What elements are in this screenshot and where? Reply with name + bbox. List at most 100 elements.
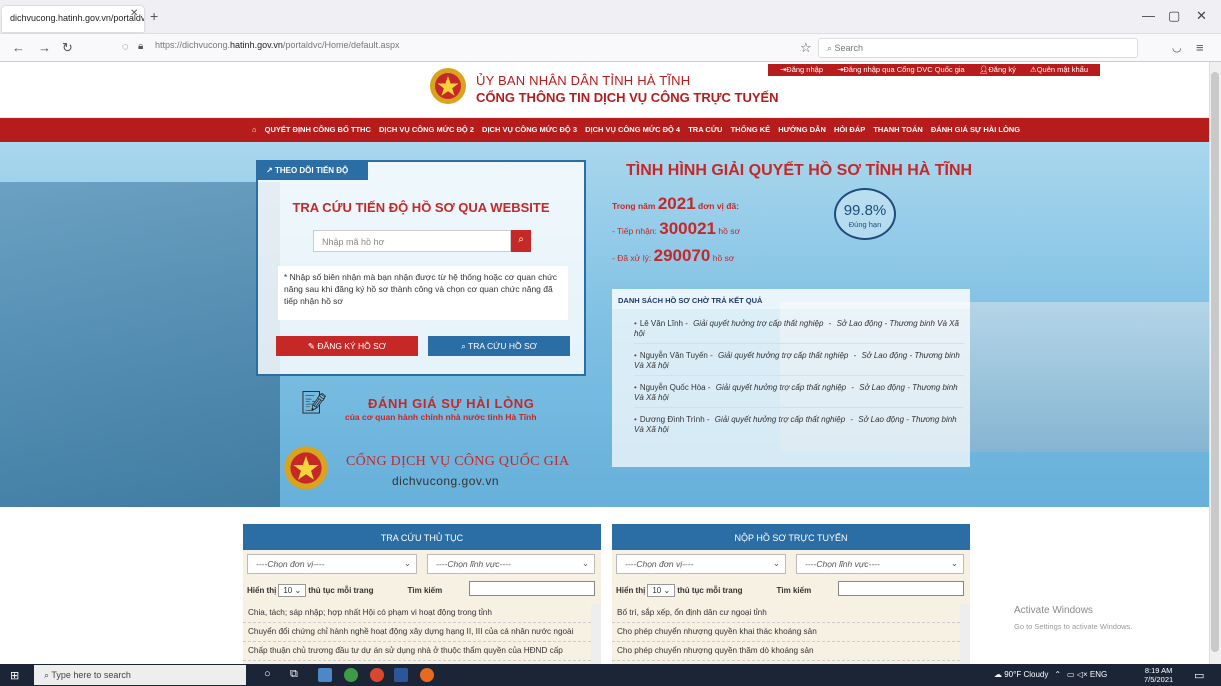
browser-tab[interactable]: dichvucong.hatinh.gov.vn/portaldvc	[2, 6, 144, 32]
menu-item-level3[interactable]: DỊCH VỤ CÔNG MỨC ĐỘ 3	[482, 125, 577, 134]
menu-item-statistics[interactable]: THỐNG KÊ	[731, 125, 771, 134]
national-portal-url[interactable]: dichvucong.gov.vn	[392, 474, 499, 488]
lookup-dossier-button[interactable]: ⌕ TRA CỨU HỒ SƠ	[428, 336, 570, 356]
taskbar-clock[interactable]: 8:19 AM 7/5/2021	[1144, 666, 1173, 684]
cloud-icon: ☁	[994, 670, 1005, 679]
address-bar[interactable]: https://dichvucong.hatinh.gov.vn/portald…	[155, 40, 399, 50]
url-prefix: https://dichvucong.	[155, 40, 231, 50]
tracking-tab[interactable]: ↗ THEO DÕI TIẾN ĐỘ	[258, 162, 368, 180]
page-size-control: Hiển thị 10 ⌄ thủ tục mỗi trang Tìm kiếm	[616, 584, 812, 597]
login-link[interactable]: ⇥Đăng nhập	[780, 65, 823, 74]
table-row[interactable]: Chia, tách; sáp nhập; hợp nhất Hội có ph…	[243, 604, 591, 623]
page-size-select[interactable]: 10 ⌄	[278, 584, 307, 597]
task-view-icon[interactable]: ⧉	[290, 668, 298, 681]
menu-item-lookup[interactable]: TRA CỨU	[688, 125, 722, 134]
status-title: TÌNH HÌNH GIẢI QUYẾT HỒ SƠ TỈNH HÀ TĨNH	[626, 162, 973, 179]
home-icon[interactable]: ⌂	[252, 125, 257, 134]
submission-search-input[interactable]	[838, 581, 964, 596]
national-portal-title[interactable]: CỔNG DỊCH VỤ CÔNG QUỐC GIA	[346, 454, 569, 470]
menu-item-level4[interactable]: DỊCH VỤ CÔNG MỨC ĐỘ 4	[585, 125, 680, 134]
close-window-icon[interactable]: ✕	[1196, 8, 1207, 24]
lock-icon[interactable]: 🔒︎	[138, 41, 143, 52]
national-login-link[interactable]: ⇥Đăng nhập qua Cổng DVC Quốc gia	[837, 65, 965, 74]
list-item[interactable]: • Lê Văn Lĩnh - Giải quyết hưởng trợ cấp …	[634, 319, 964, 344]
menu-item-guide[interactable]: HƯỚNG DẪN	[778, 125, 826, 134]
pending-list: DANH SÁCH HỒ SƠ CHỜ TRẢ KẾT QUẢ • Lê Văn …	[612, 289, 970, 467]
maximize-icon[interactable]: ▢	[1168, 8, 1180, 24]
weather-status[interactable]: 90°F Cloudy	[1004, 670, 1048, 679]
page-scroll-thumb[interactable]	[1211, 72, 1219, 652]
menu-icon[interactable]: ≡	[1196, 40, 1204, 55]
minimize-icon[interactable]: —	[1142, 8, 1155, 23]
search-icon: ⌕	[461, 341, 469, 351]
menu-item-faq[interactable]: HỎI ĐÁP	[834, 125, 865, 134]
windows-start-icon[interactable]: ⊞	[10, 669, 19, 682]
file-explorer-icon[interactable]	[318, 668, 332, 682]
list-scrollbar[interactable]	[591, 604, 601, 664]
document-icon[interactable]: 📝︎	[300, 390, 336, 426]
dossier-code-input[interactable]: Nhập mã hồ hơ	[313, 230, 511, 252]
field-select[interactable]: ----Chọn lĩnh vực---- ⌄	[427, 554, 595, 574]
list-item[interactable]: • Nguyễn Văn Tuyến - Giải quyết hưởng trợ…	[634, 351, 964, 376]
chrome-icon[interactable]	[344, 668, 358, 682]
tray-arrow-icon[interactable]: ⌃	[1054, 670, 1061, 679]
cortana-icon[interactable]: ○	[264, 668, 271, 680]
table-row[interactable]: Chuyển đổi chứng chỉ hành nghề hoạt động…	[243, 623, 591, 642]
edit-icon: ✎	[307, 341, 318, 351]
list-item[interactable]: • Dương Đình Trình - Giải quyết hưởng trợ…	[634, 415, 964, 439]
system-tray: ☁ 90°F Cloudy ⌃ ▭ ◁× ENG	[994, 670, 1107, 679]
menu-item-level2[interactable]: DỊCH VỤ CÔNG MỨC ĐỘ 2	[379, 125, 474, 134]
register-dossier-button[interactable]: ✎ ĐĂNG KÝ HỒ SƠ	[276, 336, 418, 356]
reload-icon[interactable]: ↻	[62, 40, 73, 56]
online-submission-title: NỘP HỒ SƠ TRỰC TUYẾN	[612, 524, 970, 550]
field-select[interactable]: ----Chọn lĩnh vực---- ⌄	[796, 554, 964, 574]
menu-item-decisions[interactable]: QUYẾT ĐỊNH CÔNG BỐ TTHC	[265, 125, 371, 134]
procedure-search-input[interactable]	[469, 581, 595, 596]
browser-search-input[interactable]: ⌕ Search	[818, 38, 1138, 58]
activate-windows-subtitle: Go to Settings to activate Windows.	[1014, 622, 1133, 631]
unit-select[interactable]: ----Chọn đơn vị---- ⌄	[247, 554, 417, 574]
register-link[interactable]: 👤︎Đăng ký	[979, 65, 1016, 74]
site-header: ỦY BAN NHÂN DÂN TỈNH HÀ TĨNH CỔNG THÔNG …	[0, 62, 1209, 117]
table-row[interactable]: Cho phép chuyển nhượng quyền khai thác k…	[612, 623, 960, 642]
network-icon[interactable]: ▭	[1067, 670, 1075, 679]
table-row[interactable]: Cho phép chuyển nhượng quyền thăm dò kho…	[612, 642, 960, 661]
firefox-icon[interactable]	[420, 668, 434, 682]
received-count: - Tiếp nhận: 300021 hồ sơ	[612, 219, 741, 238]
table-row[interactable]: Bố trí, sắp xếp, ổn định dân cư ngoại tỉ…	[612, 604, 960, 623]
pocket-icon[interactable]: ◡	[1172, 41, 1182, 54]
portal-name: CỔNG THÔNG TIN DỊCH VỤ CÔNG TRỰC TUYẾN	[476, 90, 779, 105]
forward-icon[interactable]: →	[38, 40, 51, 55]
table-row[interactable]: Chấp thuận chủ trương đầu tư dự án sử dụ…	[243, 642, 591, 661]
bookmark-star-icon[interactable]: ☆	[800, 40, 812, 56]
language-indicator[interactable]: ENG	[1090, 670, 1107, 679]
menu-item-payment[interactable]: THANH TOÁN	[873, 125, 922, 134]
menu-item-satisfaction[interactable]: ĐÁNH GIÁ SỰ HÀI LÒNG	[931, 125, 1020, 134]
chevron-down-icon: ⌄	[403, 558, 411, 568]
list-scrollbar[interactable]	[960, 604, 970, 664]
shield-icon[interactable]: ◌	[122, 41, 129, 53]
notification-icon[interactable]: ▭	[1194, 669, 1204, 682]
forgot-password-link[interactable]: ⚠Quên mật khẩu	[1030, 65, 1088, 74]
back-icon[interactable]: ←	[12, 40, 25, 55]
satisfaction-title[interactable]: ĐÁNH GIÁ SỰ HÀI LÒNG	[368, 396, 535, 411]
org-name: ỦY BAN NHÂN DÂN TỈNH HÀ TĨNH	[476, 73, 691, 88]
hero-banner: ↗ THEO DÕI TIẾN ĐỘ TRA CỨU TIẾN ĐỘ HỒ SƠ…	[0, 142, 1209, 507]
word-icon[interactable]	[394, 668, 408, 682]
chrome-alt-icon[interactable]	[370, 668, 384, 682]
page-size-select[interactable]: 10 ⌄	[647, 584, 676, 597]
page-size-control: Hiển thị 10 ⌄ thủ tục mỗi trang Tìm kiếm	[247, 584, 443, 597]
volume-icon[interactable]: ◁×	[1077, 670, 1088, 679]
tab-close-icon[interactable]: ✕	[130, 8, 138, 19]
url-path: /portaldvc/Home/default.aspx	[282, 40, 400, 50]
unit-select[interactable]: ----Chọn đơn vị---- ⌄	[616, 554, 786, 574]
procedure-lookup-title: TRA CỨU THỦ TỤC	[243, 524, 601, 550]
chart-icon: ↗	[266, 166, 275, 175]
main-menu: ⌂ QUYẾT ĐỊNH CÔNG BỐ TTHC DỊCH VỤ CÔNG M…	[0, 118, 1209, 142]
list-item[interactable]: • Nguyễn Quốc Hòa - Giải quyết hưởng trợ …	[634, 383, 964, 408]
new-tab-icon[interactable]: +	[150, 8, 158, 24]
taskbar-search-input[interactable]: ⌕ Type here to search	[34, 665, 246, 685]
search-placeholder: Search	[834, 43, 864, 53]
national-emblem-icon[interactable]	[282, 444, 330, 492]
search-icon[interactable]: ⌕	[511, 230, 531, 252]
